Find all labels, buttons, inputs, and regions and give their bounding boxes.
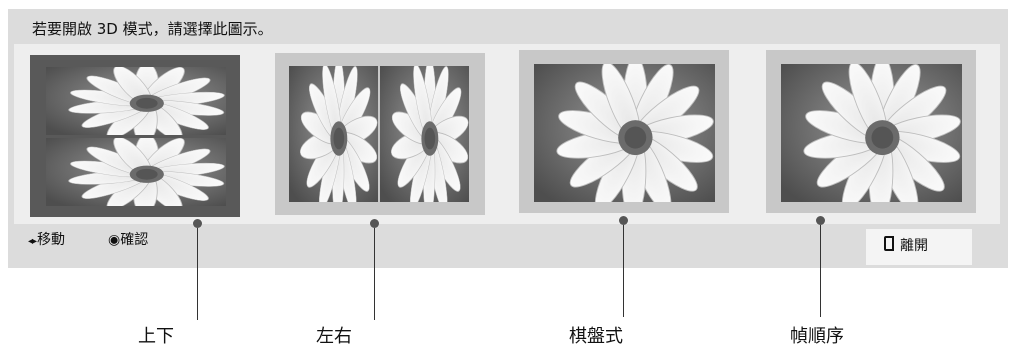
move-hint-label: 移動 xyxy=(37,232,66,248)
exit-button[interactable]: 離開 xyxy=(866,229,972,265)
label-top-bottom: 上下 xyxy=(138,326,174,347)
exit-button-content: 離開 xyxy=(884,235,928,255)
mode-option-top-bottom[interactable] xyxy=(30,55,240,217)
callout-line-top-bottom xyxy=(197,228,198,320)
mode-option-frame-sequential[interactable] xyxy=(766,50,976,213)
confirm-hint-label: 確認 xyxy=(120,232,149,248)
callout-dot-checkerboard xyxy=(619,216,628,225)
exit-button-label: 離開 xyxy=(900,238,928,254)
exit-icon xyxy=(884,236,894,251)
label-checkerboard: 棋盤式 xyxy=(569,326,623,347)
confirm-hint: ◉確認 xyxy=(108,229,148,249)
callout-dot-frame-sequential xyxy=(816,216,825,225)
callout-line-checkerboard xyxy=(623,225,624,317)
frame-sequential-preview xyxy=(781,64,962,202)
mode-option-checkerboard[interactable] xyxy=(519,50,729,213)
mode-option-side-by-side[interactable] xyxy=(275,53,485,215)
callout-dot-top-bottom xyxy=(193,219,202,228)
top-bottom-preview-top xyxy=(46,67,226,135)
top-bottom-preview-bottom xyxy=(46,138,226,206)
checkerboard-preview xyxy=(534,64,715,202)
callout-line-side-by-side xyxy=(374,228,375,320)
move-hint: ◂▸移動 xyxy=(28,229,65,249)
callout-dot-side-by-side xyxy=(370,219,379,228)
side-by-side-preview-right xyxy=(380,66,469,202)
instruction-text: 若要開啟 3D 模式，請選擇此圖示。 xyxy=(32,20,273,38)
callout-line-frame-sequential xyxy=(820,225,821,317)
label-side-by-side: 左右 xyxy=(316,326,352,347)
side-by-side-preview-left xyxy=(289,66,378,202)
ok-button-icon: ◉ xyxy=(108,232,121,248)
left-right-arrows-icon: ◂▸ xyxy=(28,236,37,247)
label-frame-sequential: 幀順序 xyxy=(790,326,844,347)
